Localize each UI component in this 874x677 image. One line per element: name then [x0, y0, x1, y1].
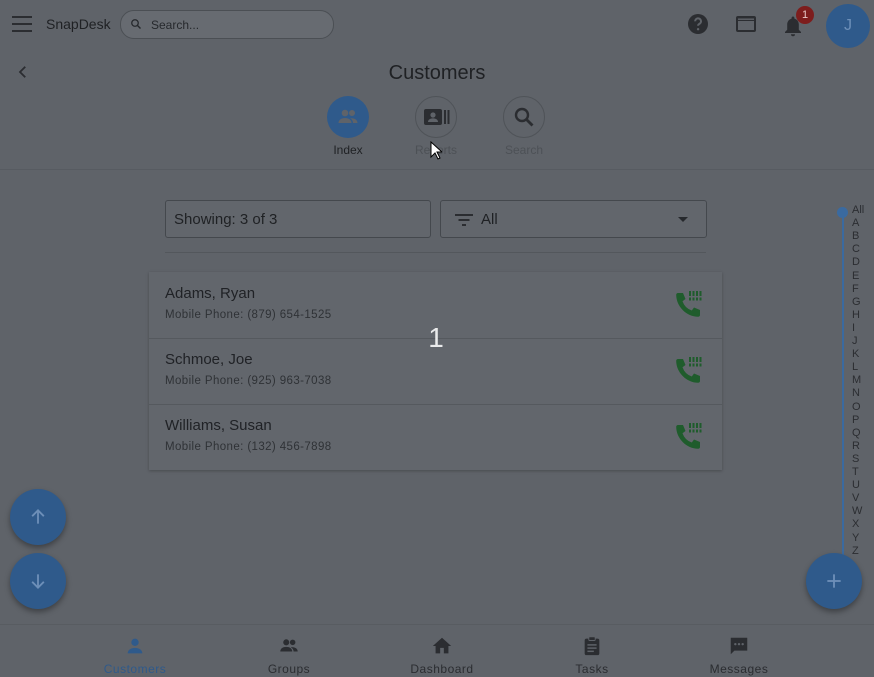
- help-icon[interactable]: [686, 12, 710, 36]
- alphabet-thumb[interactable]: [837, 207, 848, 218]
- clipboard-icon: [584, 636, 600, 656]
- alphabet-letter[interactable]: L: [852, 361, 872, 374]
- alphabet-letter[interactable]: R: [852, 440, 872, 453]
- alphabet-letter[interactable]: V: [852, 492, 872, 505]
- call-icon[interactable]: [673, 420, 705, 452]
- alphabet-letter[interactable]: I: [852, 322, 872, 335]
- tab-search-circle: [503, 96, 545, 138]
- notification-badge: 1: [796, 6, 814, 24]
- tab-search-label: Search: [504, 143, 544, 157]
- alphabet-letter[interactable]: Z: [852, 545, 872, 558]
- showing-count-text: Showing: 3 of 3: [174, 211, 278, 228]
- nav-messages-label: Messages: [709, 662, 769, 676]
- customer-name: Williams, Susan: [165, 417, 272, 434]
- nav-messages[interactable]: Messages: [679, 625, 799, 677]
- person-icon: [127, 638, 143, 654]
- alphabet-letter[interactable]: U: [852, 479, 872, 492]
- contact-card-icon: [424, 109, 450, 125]
- search-box[interactable]: [120, 10, 334, 39]
- customer-phone: Mobile Phone: (132) 456-7898: [165, 441, 332, 453]
- people-icon: [280, 639, 298, 652]
- app-name: SnapDesk: [46, 16, 111, 32]
- nav-dashboard-label: Dashboard: [410, 662, 474, 676]
- nav-groups-label: Groups: [267, 662, 311, 676]
- alphabet-letter[interactable]: K: [852, 348, 872, 361]
- nav-groups[interactable]: Groups: [229, 625, 349, 677]
- alphabet-letter[interactable]: P: [852, 414, 872, 427]
- showing-count-field: Showing: 3 of 3: [165, 200, 431, 238]
- call-icon[interactable]: [673, 354, 705, 386]
- arrow-up-icon: [31, 509, 45, 524]
- customer-list: Adams, Ryan Mobile Phone: (879) 654-1525…: [149, 272, 722, 470]
- list-divider: [165, 252, 706, 253]
- alphabet-letter[interactable]: D: [852, 256, 872, 269]
- alphabet-letter[interactable]: F: [852, 283, 872, 296]
- alphabet-letter[interactable]: Y: [852, 532, 872, 545]
- alphabet-letter[interactable]: E: [852, 270, 872, 283]
- nav-dashboard[interactable]: Dashboard: [382, 625, 502, 677]
- people-icon: [338, 109, 358, 123]
- call-icon[interactable]: [673, 288, 705, 320]
- alphabet-letter[interactable]: A: [852, 217, 872, 230]
- alphabet-letter[interactable]: M: [852, 374, 872, 387]
- search-icon: [514, 107, 534, 127]
- customer-name: Schmoe, Joe: [165, 351, 253, 368]
- nav-tasks[interactable]: Tasks: [532, 625, 652, 677]
- nav-customers-label: Customers: [103, 662, 167, 676]
- alphabet-letter[interactable]: H: [852, 309, 872, 322]
- mouse-cursor-icon: [430, 141, 442, 160]
- search-icon: [131, 19, 141, 29]
- alphabet-letter[interactable]: O: [852, 401, 872, 414]
- alphabet-letter[interactable]: W: [852, 505, 872, 518]
- tab-index-circle: [327, 96, 369, 138]
- alphabet-letter[interactable]: B: [852, 230, 872, 243]
- alphabet-letter[interactable]: S: [852, 453, 872, 466]
- alphabet-letter[interactable]: J: [852, 335, 872, 348]
- bottom-nav: Customers Groups Dashboard Tasks Message…: [0, 624, 874, 677]
- tab-reports-circle: [415, 96, 457, 138]
- nav-tasks-label: Tasks: [575, 662, 609, 676]
- tab-index[interactable]: Index: [318, 96, 378, 157]
- menu-icon[interactable]: [12, 16, 32, 32]
- filter-icon: [455, 214, 473, 226]
- scroll-down-button[interactable]: [10, 553, 66, 609]
- credit-card-icon[interactable]: [734, 12, 758, 36]
- alphabet-letter[interactable]: G: [852, 296, 872, 309]
- alphabet-letter[interactable]: N: [852, 387, 872, 400]
- page-title: Customers: [388, 62, 486, 84]
- customer-phone: Mobile Phone: (879) 654-1525: [165, 309, 332, 321]
- filter-value: All: [481, 211, 498, 228]
- chat-icon: [730, 637, 748, 655]
- customer-name: Adams, Ryan: [165, 285, 256, 302]
- nav-customers[interactable]: Customers: [75, 625, 195, 677]
- tab-index-label: Index: [333, 143, 363, 157]
- alphabet-track: [842, 214, 844, 558]
- customer-phone: Mobile Phone: (925) 963-7038: [165, 375, 332, 387]
- alphabet-letter[interactable]: All: [852, 204, 872, 217]
- alphabet-letter[interactable]: X: [852, 518, 872, 531]
- alphabet-letter[interactable]: Q: [852, 427, 872, 440]
- avatar[interactable]: J: [826, 4, 870, 48]
- alphabet-letter[interactable]: T: [852, 466, 872, 479]
- home-icon: [432, 637, 452, 654]
- add-customer-button[interactable]: [806, 553, 862, 609]
- arrow-down-icon: [31, 574, 45, 589]
- alphabet-letter[interactable]: C: [852, 243, 872, 256]
- top-app-bar: SnapDesk 1 J: [0, 0, 874, 48]
- tab-search[interactable]: Search: [494, 96, 554, 157]
- filter-select[interactable]: All: [440, 200, 707, 238]
- overlay-number: 1: [428, 322, 444, 353]
- list-item[interactable]: Williams, Susan Mobile Phone: (132) 456-…: [149, 404, 722, 470]
- chevron-down-icon: [678, 217, 688, 222]
- header-divider: [0, 169, 874, 170]
- plus-icon: [827, 574, 841, 588]
- search-input[interactable]: [149, 15, 328, 35]
- scroll-up-button[interactable]: [10, 489, 66, 545]
